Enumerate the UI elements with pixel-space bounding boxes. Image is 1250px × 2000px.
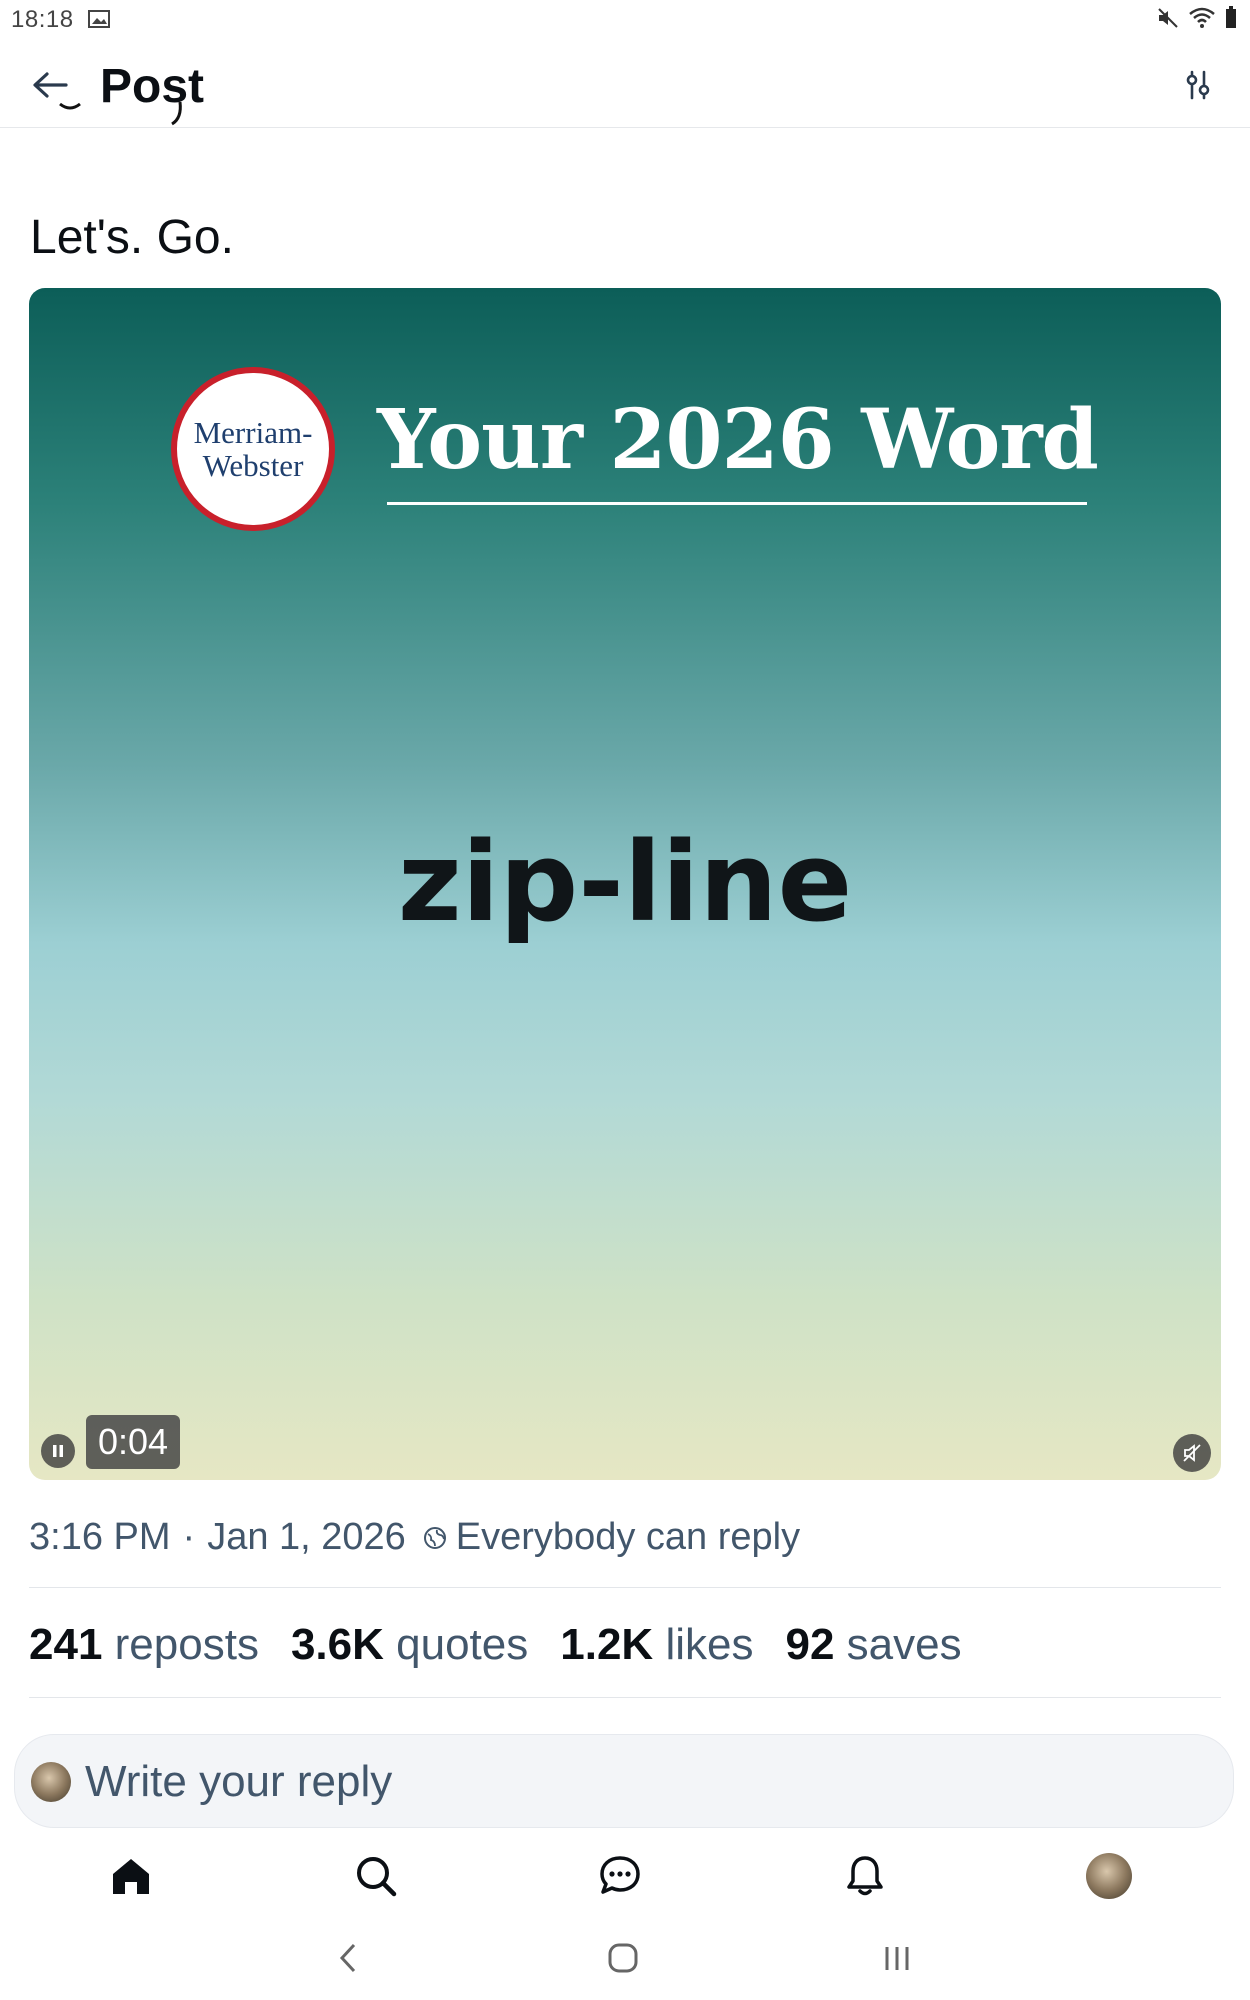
reply-composer[interactable]: Write your reply	[14, 1734, 1234, 1828]
stat-saves[interactable]: 92 saves	[785, 1620, 961, 1670]
stat-count: 241	[29, 1620, 103, 1669]
divider	[29, 1587, 1221, 1588]
mute-button[interactable]	[1173, 1434, 1211, 1472]
nav-notifications[interactable]	[835, 1846, 895, 1906]
nav-profile[interactable]	[1079, 1846, 1139, 1906]
nav-search[interactable]	[346, 1846, 406, 1906]
battery-icon	[1224, 6, 1238, 35]
nav-chat[interactable]	[590, 1846, 650, 1906]
stat-label: saves	[846, 1620, 962, 1669]
post-video[interactable]: Merriam- Webster Your 2026 Word zip-line…	[29, 288, 1221, 1480]
merriam-webster-logo: Merriam- Webster	[171, 367, 335, 531]
nav-home[interactable]	[101, 1846, 161, 1906]
thread-settings-button[interactable]	[1176, 63, 1220, 107]
stat-label: reposts	[114, 1620, 259, 1669]
clipped-previous-text	[30, 100, 230, 130]
stat-count: 1.2K	[560, 1620, 654, 1669]
stat-count: 3.6K	[290, 1620, 384, 1669]
speaker-muted-icon	[1183, 1444, 1201, 1462]
brand-line-1: Merriam-	[193, 415, 313, 450]
system-home-button[interactable]	[598, 1936, 648, 1980]
home-icon	[113, 1859, 149, 1894]
system-recents-button[interactable]	[872, 1936, 922, 1980]
chat-icon	[600, 1856, 640, 1894]
back-chevron-icon	[339, 1943, 356, 1973]
separator-dot: ·	[182, 1516, 196, 1558]
post-date: Jan 1, 2026	[207, 1516, 406, 1558]
pause-button[interactable]	[41, 1434, 75, 1468]
bottom-navigation	[0, 1846, 1250, 1910]
home-circle-icon	[608, 1943, 638, 1973]
video-duration: 0:04	[86, 1415, 181, 1469]
reply-input-placeholder[interactable]: Write your reply	[85, 1757, 392, 1807]
mute-icon	[1156, 6, 1180, 35]
system-back-button[interactable]	[323, 1936, 373, 1980]
post-meta: 3:16 PM · Jan 1, 2026 Everybody can repl…	[29, 1516, 800, 1559]
bell-icon	[847, 1856, 883, 1896]
post-stats: 241 reposts 3.6K quotes 1.2K likes 92 sa…	[29, 1620, 962, 1670]
profile-avatar	[1086, 1853, 1132, 1899]
divider	[29, 1697, 1221, 1698]
system-navigation	[0, 1930, 1250, 1986]
stat-label: quotes	[396, 1620, 529, 1669]
word-of-year: zip-line	[397, 818, 853, 946]
wifi-icon	[1188, 6, 1216, 35]
stat-likes[interactable]: 1.2K likes	[560, 1620, 753, 1670]
sliders-icon	[1186, 70, 1210, 100]
image-icon	[88, 10, 110, 33]
post-text: Let's. Go.	[30, 211, 234, 264]
globe-icon	[422, 1525, 448, 1551]
reply-setting-link[interactable]: Everybody can reply	[456, 1516, 800, 1559]
stat-reposts[interactable]: 241 reposts	[29, 1620, 259, 1670]
brand-line-2: Webster	[202, 448, 304, 483]
search-icon	[357, 1857, 397, 1897]
video-headline: Your 2026 Word	[377, 392, 1099, 488]
headline-underline	[387, 502, 1087, 505]
avatar	[31, 1762, 71, 1802]
recents-icon	[885, 1947, 909, 1970]
arrow-left-icon	[33, 72, 68, 98]
stat-label: likes	[665, 1620, 754, 1669]
post-time: 3:16 PM	[29, 1516, 171, 1558]
pause-icon	[53, 1445, 63, 1457]
status-time: 18:18	[11, 6, 74, 33]
stat-count: 92	[785, 1620, 835, 1669]
status-bar: 18:18	[0, 0, 1250, 40]
stat-quotes[interactable]: 3.6K quotes	[291, 1620, 528, 1670]
status-icons	[1156, 6, 1238, 35]
